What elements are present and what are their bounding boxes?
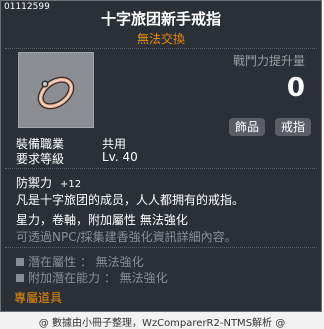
exclusive-item-label: 專屬道具 — [14, 291, 63, 305]
npc-note: 可透過NPC/採集建香強化資訊詳細內容。 — [16, 230, 237, 244]
divider — [5, 48, 317, 49]
additional-potential-row: 附加潛在能力 ： 無法強化 — [16, 269, 168, 286]
square-icon — [16, 273, 24, 282]
defense-row: 防禦力 +12 — [16, 174, 81, 191]
item-title: 十字旅团新手戒指 — [100, 10, 221, 28]
item-properties: 星力，卷軸，附加屬性 無法強化 — [16, 213, 188, 227]
footer-credit: @ 數據由小冊子整理，WzComparerR2-NTMS解析 @ — [38, 318, 286, 329]
combat-power-label: 戰鬥力提升量 — [232, 54, 305, 68]
divider — [5, 247, 317, 248]
additional-potential-text: 附加潛在能力 ： 無法強化 — [28, 271, 168, 285]
item-tooltip: 01112599 十字旅团新手戒指 無法交換 戰鬥力提升量 0 飾品 戒指 裝備… — [0, 0, 322, 312]
item-description: 凡是十字旅团的成员，人人都拥有的戒指。 — [16, 193, 245, 207]
level-row: 要求等級 Lv. 40 — [16, 150, 138, 167]
combat-power-value: 0 — [286, 73, 305, 103]
ring-icon — [31, 65, 81, 115]
defense-label: 防禦力 — [16, 176, 53, 190]
level-value: Lv. 40 — [102, 150, 138, 164]
potential-row: 潛在屬性 ： 無法強化 — [16, 253, 144, 270]
square-icon — [16, 257, 24, 266]
tag-ring: 戒指 — [275, 118, 312, 136]
tag-accessory: 飾品 — [229, 118, 266, 136]
potential-text: 潛在屬性 ： 無法強化 — [28, 255, 144, 269]
trade-status: 無法交換 — [136, 32, 185, 46]
job-label: 裝備職業 — [16, 137, 65, 151]
level-label: 要求等級 — [16, 152, 65, 166]
item-image-frame — [18, 52, 94, 128]
divider — [5, 168, 317, 169]
defense-value: +12 — [60, 179, 82, 190]
